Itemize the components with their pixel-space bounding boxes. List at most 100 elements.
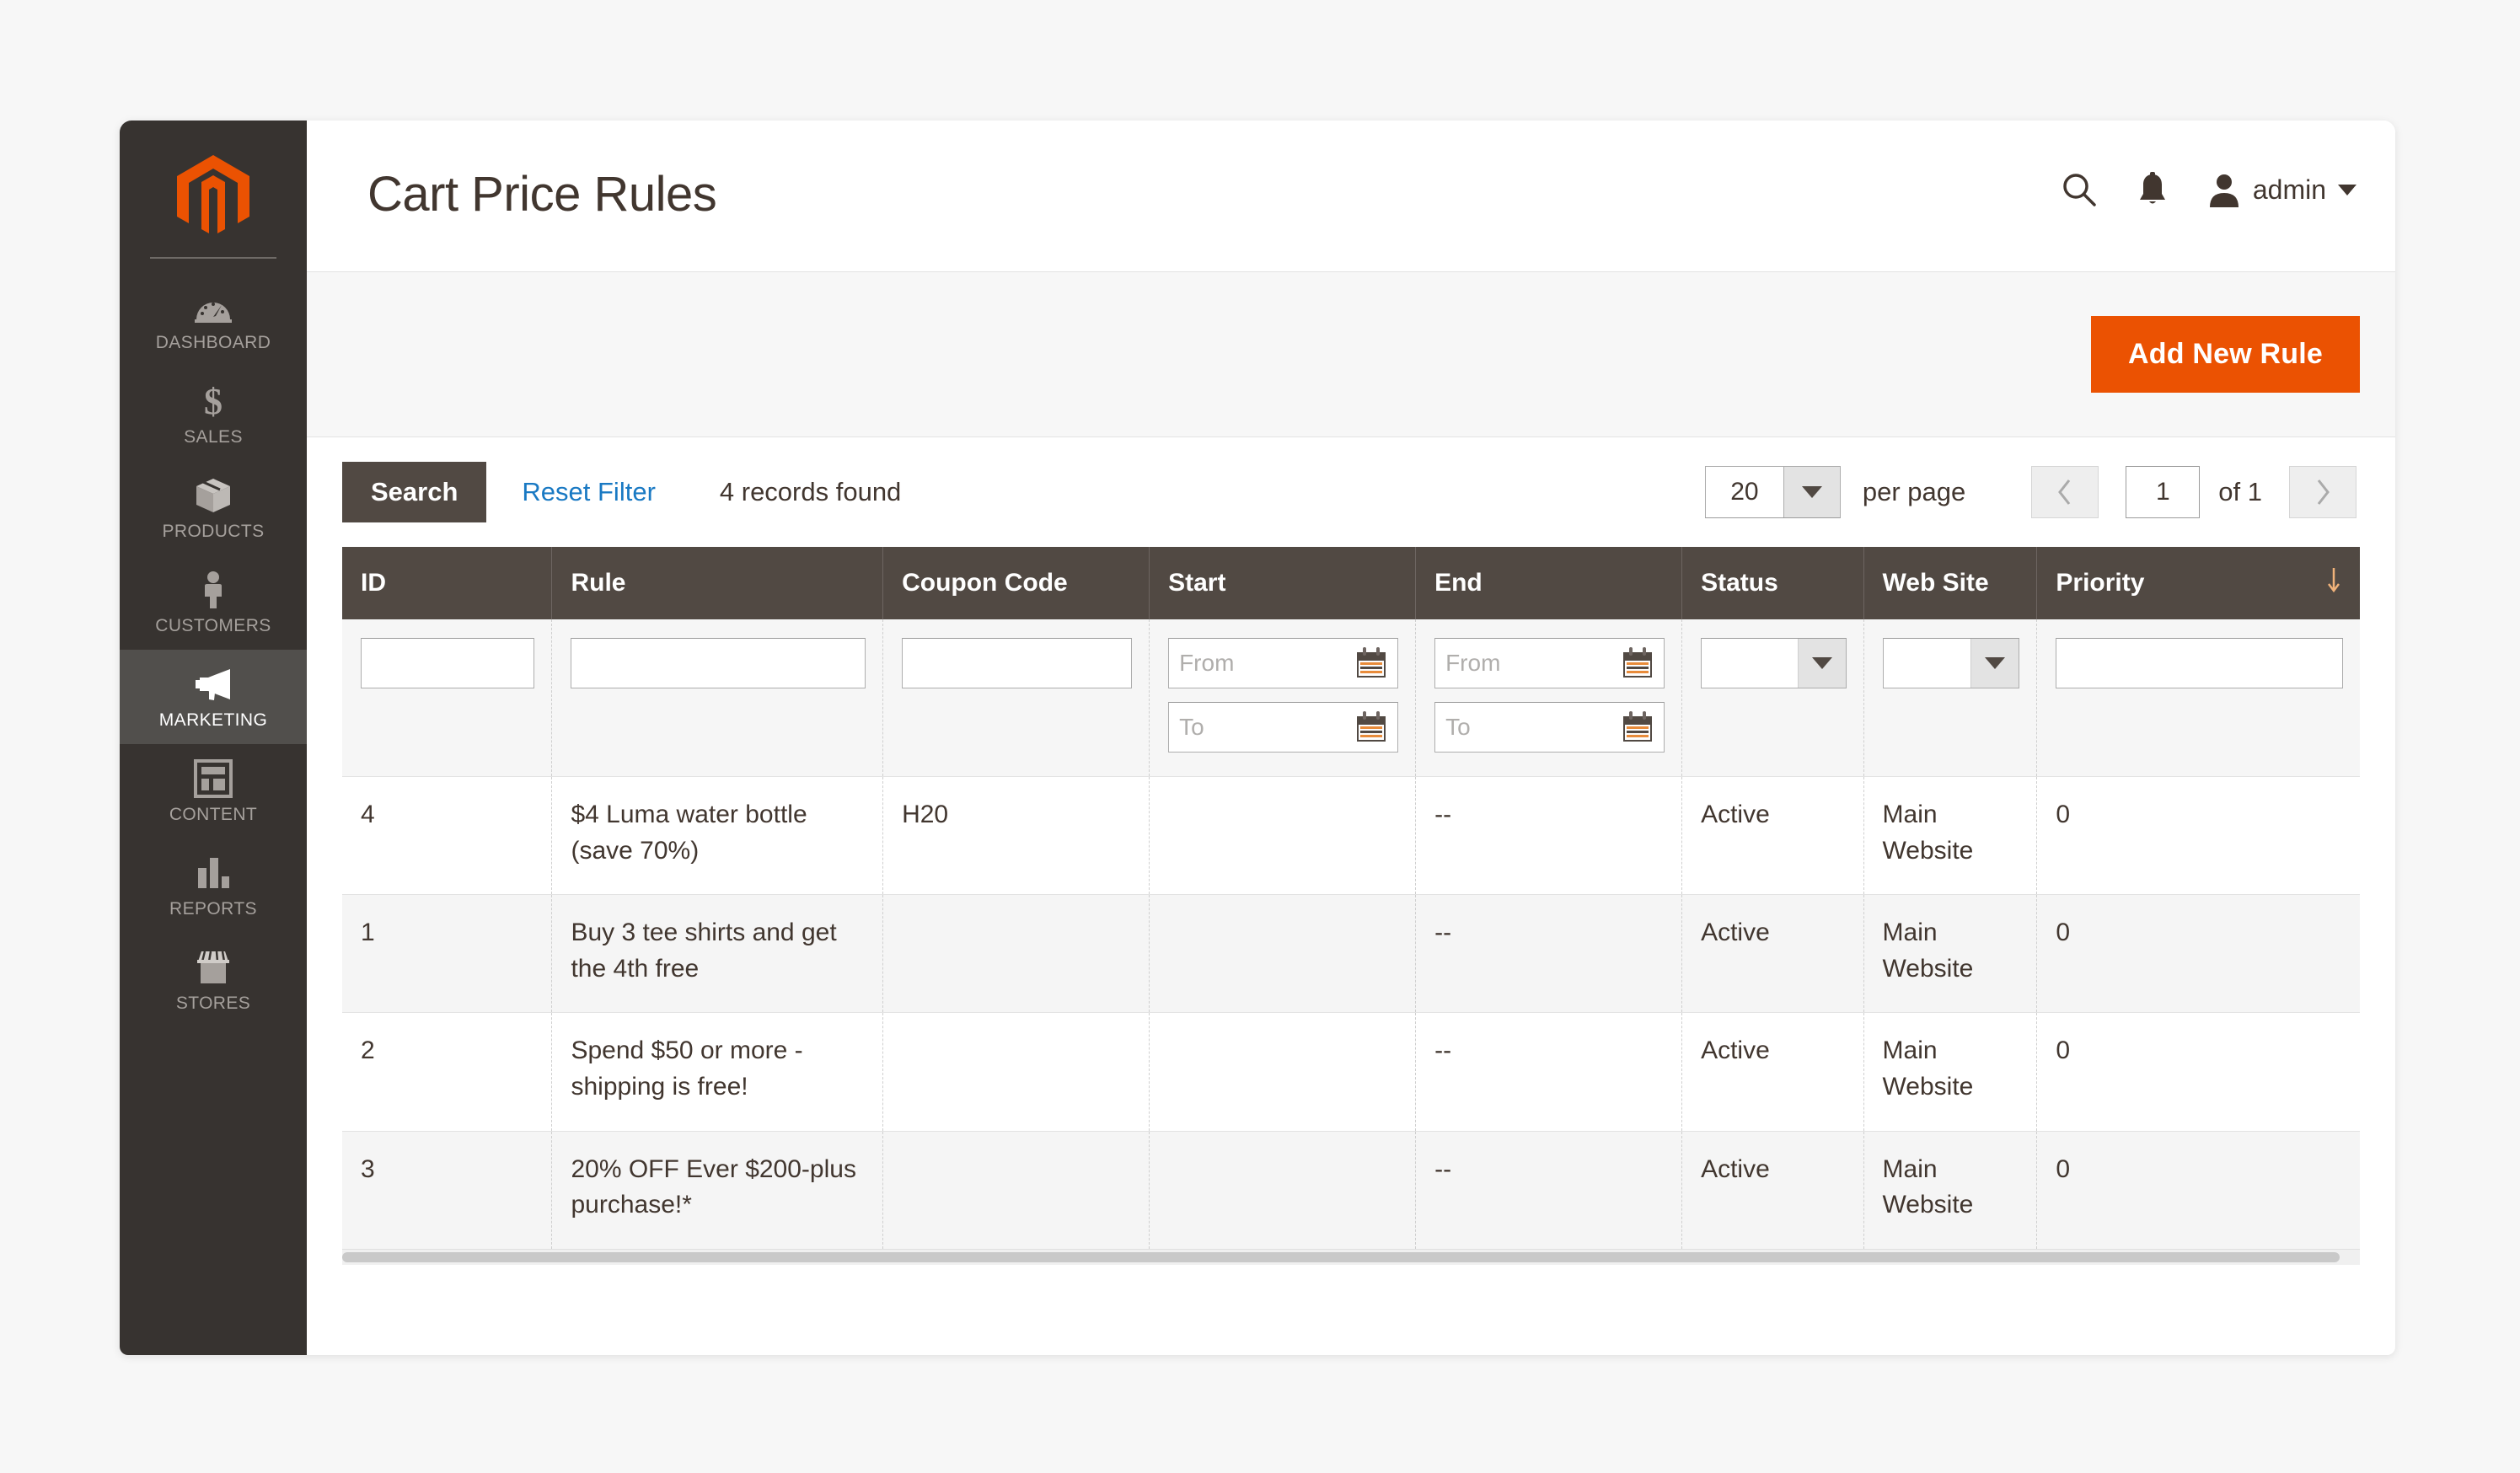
sidebar-item-label: REPORTS: [169, 899, 257, 919]
horizontal-scrollbar[interactable]: [342, 1248, 2360, 1265]
column-header-status[interactable]: Status: [1681, 547, 1864, 619]
bell-icon[interactable]: [2137, 171, 2169, 208]
column-header-rule[interactable]: Rule: [551, 547, 884, 619]
calendar-icon[interactable]: [1354, 646, 1388, 680]
per-page-value: 20: [1730, 478, 1759, 506]
admin-menu[interactable]: admin: [2207, 172, 2356, 207]
calendar-icon[interactable]: [1354, 710, 1388, 744]
cell-rule: $4 Luma water bottle (save 70%): [551, 775, 884, 895]
cell-end: --: [1415, 775, 1683, 895]
records-found-label: 4 records found: [719, 477, 902, 506]
of-pages-label: of 1: [2218, 477, 2262, 506]
column-header-coupon-code[interactable]: Coupon Code: [882, 547, 1150, 619]
filter-cell-status: [1681, 619, 1864, 777]
add-new-rule-button[interactable]: Add New Rule: [2091, 316, 2360, 393]
cell-status: Active: [1681, 1130, 1864, 1249]
filter-input-id[interactable]: [361, 638, 535, 688]
chevron-down-icon: [1797, 639, 1846, 688]
user-avatar-icon: [2207, 172, 2241, 207]
bar-chart-icon: [195, 854, 232, 892]
table-row[interactable]: 4 $4 Luma water bottle (save 70%) H20 --…: [342, 775, 2360, 895]
per-page-label: per page: [1862, 477, 1966, 506]
action-bar: Add New Rule: [307, 272, 2395, 437]
table-row[interactable]: 3 20% OFF Ever $200-plus purchase!* -- A…: [342, 1130, 2360, 1249]
column-header-id[interactable]: ID: [342, 547, 553, 619]
cell-coupon-code: [882, 894, 1150, 1013]
column-header-start[interactable]: Start: [1149, 547, 1417, 619]
column-header-end[interactable]: End: [1415, 547, 1683, 619]
chevron-down-icon: [2338, 184, 2356, 196]
sidebar-item-label: CUSTOMERS: [155, 616, 271, 635]
sidebar-item-label: SALES: [184, 427, 243, 447]
filter-input-rule[interactable]: [571, 638, 866, 688]
cell-status: Active: [1681, 1012, 1864, 1132]
cell-end: --: [1415, 894, 1683, 1013]
svg-text:$: $: [204, 382, 223, 420]
filter-select-web-site-value: [1884, 639, 1971, 688]
filter-start-to: [1168, 702, 1399, 753]
sidebar-item-label: MARKETING: [158, 710, 268, 730]
per-page-select[interactable]: 20: [1704, 466, 1841, 518]
admin-window: DASHBOARD $ SALES PRODUCTS CUSTOMERS MAR…: [120, 121, 2395, 1355]
cell-end: --: [1415, 1012, 1683, 1132]
filter-select-status-value: [1702, 639, 1797, 688]
filter-cell-web-site: [1863, 619, 2038, 777]
sidebar-item-label: PRODUCTS: [162, 522, 265, 541]
cell-priority: 0: [2036, 894, 2360, 1013]
sidebar-item-products[interactable]: PRODUCTS: [120, 461, 307, 555]
box-icon: [194, 476, 233, 515]
megaphone-icon: [191, 665, 235, 704]
sidebar-item-dashboard[interactable]: DASHBOARD: [120, 272, 307, 367]
next-page-button[interactable]: [2289, 466, 2356, 518]
cell-coupon-code: H20: [882, 775, 1150, 895]
search-icon[interactable]: [2061, 171, 2098, 208]
table-header-row: ID Rule Coupon Code Start End Status Web…: [342, 547, 2360, 619]
dollar-sign-icon: $: [199, 382, 228, 420]
sidebar-item-label: DASHBOARD: [155, 333, 271, 352]
sidebar-item-customers[interactable]: CUSTOMERS: [120, 555, 307, 650]
calendar-icon[interactable]: [1621, 710, 1654, 744]
cell-status: Active: [1681, 775, 1864, 895]
sidebar-item-reports[interactable]: REPORTS: [120, 838, 307, 933]
person-icon: [199, 570, 228, 609]
filter-select-web-site[interactable]: [1882, 638, 2020, 688]
column-header-priority[interactable]: Priority: [2036, 547, 2360, 619]
cell-end: --: [1415, 1130, 1683, 1249]
sidebar-item-sales[interactable]: $ SALES: [120, 367, 307, 461]
filter-cell-start: [1149, 619, 1417, 777]
storefront-icon: [193, 948, 233, 987]
search-button[interactable]: Search: [342, 462, 487, 522]
magento-logo[interactable]: [120, 151, 307, 242]
pagination-controls: 20 per page of 1: [1704, 466, 2356, 518]
filter-input-coupon-code[interactable]: [902, 638, 1133, 688]
reset-filter-link[interactable]: Reset Filter: [522, 477, 655, 507]
cell-rule: Buy 3 tee shirts and get the 4th free: [551, 894, 884, 1013]
scrollbar-thumb[interactable]: [342, 1251, 2340, 1262]
sidebar-item-content[interactable]: CONTENT: [120, 744, 307, 838]
cell-web-site: Main Website: [1863, 1130, 2038, 1249]
cell-priority: 0: [2036, 775, 2360, 895]
sidebar-item-marketing[interactable]: MARKETING: [120, 650, 307, 744]
layout-icon: [194, 759, 233, 798]
cell-coupon-code: [882, 1130, 1150, 1249]
table-row[interactable]: 2 Spend $50 or more - shipping is free! …: [342, 1012, 2360, 1132]
filter-cell-id: [342, 619, 553, 777]
page-title: Cart Price Rules: [367, 167, 717, 222]
previous-page-button[interactable]: [2031, 466, 2099, 518]
cell-web-site: Main Website: [1863, 1012, 2038, 1132]
column-header-web-site[interactable]: Web Site: [1863, 547, 2038, 619]
column-header-priority-label: Priority: [2056, 569, 2145, 597]
sidebar-item-stores[interactable]: STORES: [120, 933, 307, 1027]
filter-input-priority[interactable]: [2056, 638, 2343, 688]
dashboard-gauge-icon: [194, 287, 233, 326]
page-number-input[interactable]: [2126, 466, 2201, 518]
filter-select-status[interactable]: [1701, 638, 1847, 688]
sidebar-item-label: STORES: [175, 994, 251, 1013]
table-row[interactable]: 1 Buy 3 tee shirts and get the 4th free …: [342, 894, 2360, 1013]
filter-end-from: [1434, 638, 1665, 688]
header-actions: admin: [2061, 171, 2356, 208]
cell-start: [1149, 775, 1417, 895]
calendar-icon[interactable]: [1621, 646, 1654, 680]
table-filter-row: [342, 619, 2360, 777]
cell-web-site: Main Website: [1863, 775, 2038, 895]
